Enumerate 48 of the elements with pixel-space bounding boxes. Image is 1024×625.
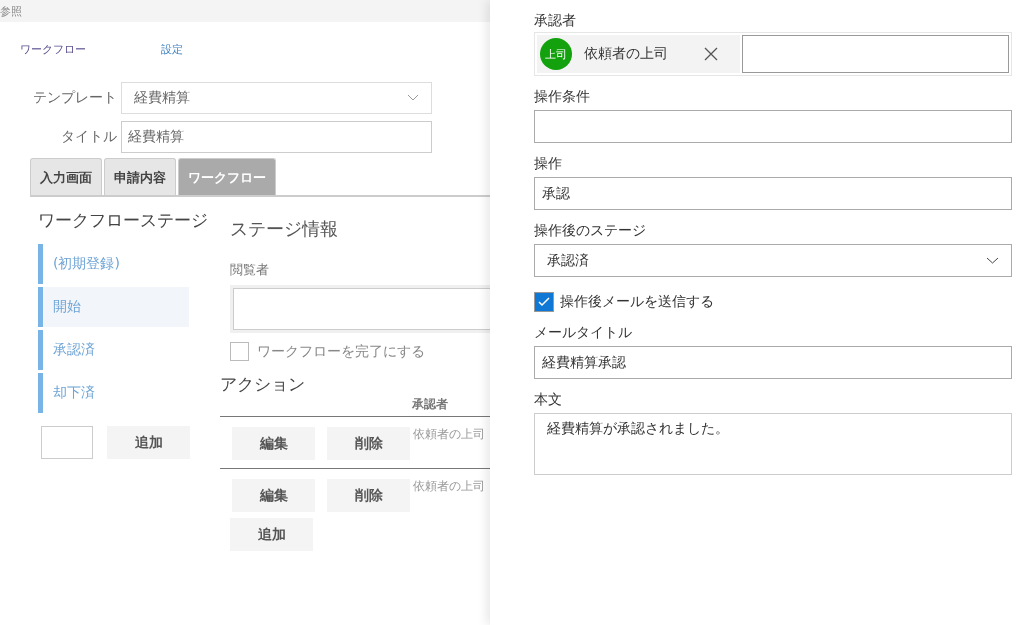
section-heading: ワークフローステージ: [38, 209, 209, 232]
person-chip[interactable]: 上司 依頼者の上司: [537, 35, 740, 73]
table-cell: 依頼者の上司: [413, 427, 485, 442]
field-label: 操作後のステージ: [534, 222, 647, 240]
field-label: 操作: [534, 155, 563, 173]
body-textarea[interactable]: 経費精算が承認されました。: [534, 413, 1012, 475]
avatar: 上司: [540, 38, 572, 70]
viewer-field[interactable]: [233, 288, 490, 330]
people-picker[interactable]: 上司 依頼者の上司: [534, 32, 1012, 76]
next-stage-dropdown[interactable]: 承認済: [534, 244, 1012, 277]
edit-button[interactable]: 編集: [232, 427, 315, 460]
operation-field[interactable]: 承認: [534, 177, 1012, 210]
field-label: 承認者: [534, 12, 577, 30]
section-heading: アクション: [220, 373, 306, 396]
person-name: 依頼者の上司: [584, 45, 669, 63]
field-label: 閲覧者: [230, 261, 270, 279]
delete-button[interactable]: 削除: [327, 427, 410, 460]
checkbox-label: 操作後メールを送信する: [560, 293, 714, 311]
close-icon[interactable]: [704, 47, 718, 61]
add-button[interactable]: 追加: [230, 518, 313, 551]
add-button[interactable]: 追加: [107, 426, 190, 459]
tab[interactable]: 入力画面: [30, 158, 102, 195]
mail-title-field[interactable]: 経費精算承認: [534, 346, 1012, 379]
delete-button[interactable]: 削除: [327, 479, 410, 512]
tab[interactable]: 申請内容: [104, 158, 176, 195]
column-header: 承認者: [412, 396, 448, 413]
page-title: 参照: [0, 3, 22, 19]
edit-button[interactable]: 編集: [232, 479, 315, 512]
checkbox-label: ワークフローを完了にする: [257, 342, 425, 361]
chevron-down-icon: [986, 257, 999, 264]
section-heading: ステージ情報: [230, 217, 339, 241]
checkbox[interactable]: [534, 292, 554, 312]
nav-link[interactable]: ワークフロー: [20, 42, 86, 75]
field-label: テンプレート: [32, 88, 118, 107]
field-label: メールタイトル: [534, 324, 633, 342]
field-label: 操作条件: [534, 88, 591, 106]
table-cell: 依頼者の上司: [413, 479, 485, 494]
stage-name-field[interactable]: [41, 426, 93, 459]
condition-field[interactable]: [534, 110, 1012, 143]
field-label: 本文: [534, 391, 563, 409]
checkbox[interactable]: [230, 342, 249, 361]
checkmark-icon: [538, 297, 550, 307]
template-dropdown[interactable]: 経費精算: [121, 81, 432, 114]
approver-input[interactable]: [742, 35, 1009, 73]
nav-link[interactable]: 設定: [161, 42, 183, 75]
title-field[interactable]: 経費精算: [121, 120, 432, 153]
field-label: タイトル: [60, 127, 118, 146]
chevron-down-icon: [407, 94, 419, 101]
